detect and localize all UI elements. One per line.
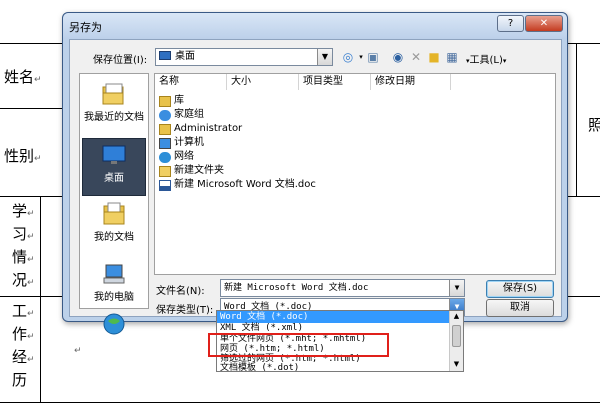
place-desktop[interactable]: 桌面 xyxy=(82,138,146,196)
place-recent-documents[interactable]: 我最近的文档 xyxy=(82,78,146,136)
chevron-down-icon[interactable]: ▼ xyxy=(449,280,464,296)
save-as-dialog: 另存为 ? ✕ 保存位置(I): 桌面 ▼ ◎ ▾ ▣ ◉ ✕ ■ ▦ ▾工具(… xyxy=(62,12,568,335)
save-location-select[interactable]: 桌面 ▼ xyxy=(155,48,333,66)
file-row-new-folder[interactable]: 新建文件夹 xyxy=(159,164,224,178)
new-folder-icon[interactable]: ■ xyxy=(426,49,442,65)
study-situation-label: 学↵ 习↵ 情↵ 况↵ xyxy=(12,202,35,289)
file-row-computer[interactable]: 计算机 xyxy=(159,136,204,150)
network-places-icon xyxy=(103,313,125,335)
library-icon xyxy=(159,95,171,107)
work-experience-label: 工↵ 作↵ 经↵ 历 xyxy=(12,302,35,389)
homegroup-icon xyxy=(159,109,171,121)
place-my-documents[interactable]: 我的文档 xyxy=(82,198,146,256)
column-name-header[interactable]: 名称 xyxy=(155,74,227,90)
cancel-button[interactable]: 取消 xyxy=(486,299,554,317)
chevron-down-icon[interactable]: ▼ xyxy=(317,49,332,65)
desktop-icon xyxy=(102,145,126,164)
place-network[interactable] xyxy=(82,312,146,335)
table-line xyxy=(0,402,600,403)
word-document-icon xyxy=(159,179,171,191)
place-my-computer[interactable]: 我的电脑 xyxy=(82,258,146,316)
file-row-network[interactable]: 网络 xyxy=(159,150,194,164)
photo-label: 照 xyxy=(588,116,600,134)
annotation-highlight-box xyxy=(208,333,389,357)
table-line xyxy=(576,43,577,196)
desktop-icon xyxy=(159,51,171,60)
save-button[interactable]: 保存(S) xyxy=(486,280,554,298)
dialog-body: 保存位置(I): 桌面 ▼ ◎ ▾ ▣ ◉ ✕ ■ ▦ ▾工具(L)▾ 我最近的… xyxy=(69,39,562,335)
recent-documents-icon xyxy=(102,83,124,105)
folder-icon xyxy=(159,165,171,177)
my-documents-icon xyxy=(103,202,125,225)
filetype-option[interactable]: 文档模板 (*.dot) xyxy=(217,362,449,371)
views-icon[interactable]: ▦ xyxy=(444,49,460,65)
scroll-up-icon[interactable]: ▲ xyxy=(450,311,463,322)
file-row-word-document[interactable]: 新建 Microsoft Word 文档.doc xyxy=(159,178,316,192)
tools-menu[interactable]: ▾工具(L)▾ xyxy=(466,51,506,66)
gender-label: 性别↵ xyxy=(4,147,42,165)
dialog-title: 另存为 xyxy=(69,21,102,34)
paragraph-mark: ↵ xyxy=(74,346,82,356)
table-line xyxy=(40,196,41,402)
save-location-label: 保存位置(I): xyxy=(93,55,148,66)
file-row-homegroup[interactable]: 家庭组 xyxy=(159,108,204,122)
file-row-library[interactable]: 库 xyxy=(159,94,184,108)
file-list[interactable]: 名称 大小 项目类型 修改日期 库 家庭组 Administrator 计算机 … xyxy=(154,73,556,275)
delete-icon[interactable]: ✕ xyxy=(408,49,424,65)
table-line xyxy=(0,108,66,109)
dropdown-scrollbar[interactable]: ▲ ▼ xyxy=(449,311,463,371)
up-folder-icon[interactable]: ▣ xyxy=(365,49,381,65)
filename-label: 文件名(N): xyxy=(156,286,205,297)
close-button[interactable]: ✕ xyxy=(525,15,563,32)
column-size-header[interactable]: 大小 xyxy=(227,74,299,90)
my-computer-icon xyxy=(103,264,125,284)
filename-input[interactable]: 新建 Microsoft Word 文档.doc ▼ xyxy=(220,279,465,297)
save-location-value: 桌面 xyxy=(175,51,195,62)
computer-icon xyxy=(159,137,171,149)
name-label: 姓名↵ xyxy=(4,68,42,86)
dialog-titlebar[interactable]: 另存为 ? ✕ xyxy=(63,13,567,39)
column-date-header[interactable]: 修改日期 xyxy=(371,74,451,90)
search-web-icon[interactable]: ◉ xyxy=(390,49,406,65)
user-folder-icon xyxy=(159,123,171,135)
filetype-label: 保存类型(T): xyxy=(156,305,214,316)
help-button[interactable]: ? xyxy=(497,15,524,32)
filename-value: 新建 Microsoft Word 文档.doc xyxy=(224,283,369,293)
network-icon xyxy=(159,151,171,163)
scrollbar-thumb[interactable] xyxy=(452,325,461,347)
scroll-down-icon[interactable]: ▼ xyxy=(450,359,463,370)
file-row-administrator[interactable]: Administrator xyxy=(159,122,242,136)
places-bar: 我最近的文档 桌面 我的文档 我的电脑 xyxy=(79,73,149,335)
column-type-header[interactable]: 项目类型 xyxy=(299,74,371,90)
chevron-down-icon: ▾ xyxy=(502,57,507,65)
